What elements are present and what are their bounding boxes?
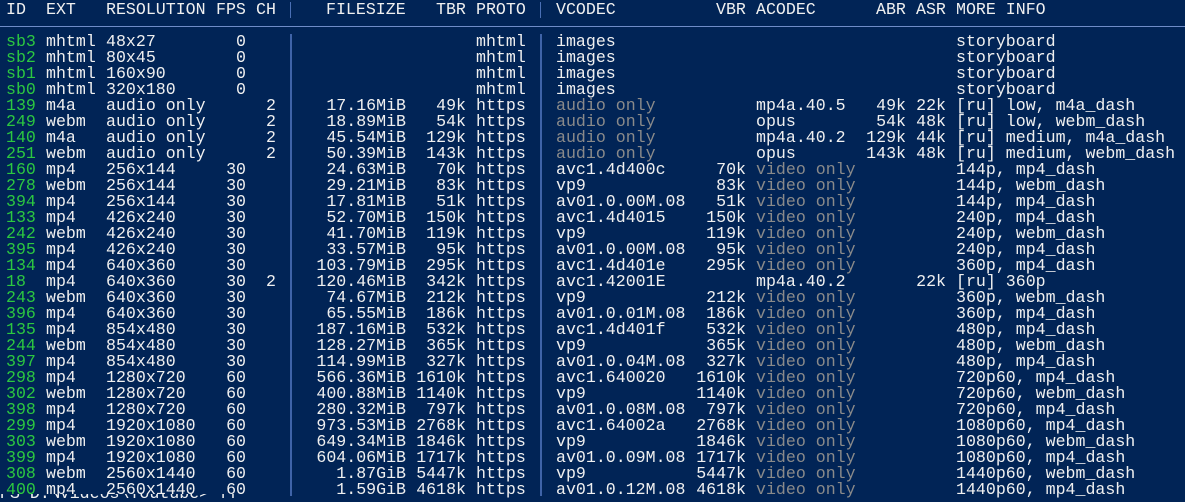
prompt-line: PS D:\Videos\Youtube> ff — [0, 494, 1185, 502]
header-vbr: VBR — [716, 0, 746, 19]
terminal-window[interactable]: ID EXT RESOLUTION FPS CH FILESIZE TBR PR… — [0, 0, 1185, 502]
header-filesize: FILESIZE — [326, 0, 406, 19]
header-proto: PROTO — [476, 0, 526, 19]
header-more-info: MORE INFO — [956, 0, 1046, 19]
header-resolution: RESOLUTION — [106, 0, 206, 19]
header-underline — [0, 26, 1185, 27]
header-asr: ASR — [916, 0, 946, 19]
header-vcodec: VCODEC — [556, 0, 616, 19]
header-ext: EXT — [46, 0, 76, 19]
format-asr: 22k — [916, 272, 946, 291]
format-channels: 2 — [266, 144, 276, 163]
format-channels: 2 — [266, 272, 276, 291]
format-fps: 0 — [236, 80, 246, 99]
format-vbr: 295k — [706, 256, 746, 275]
column-separator — [540, 2, 541, 18]
header-abr: ABR — [876, 0, 906, 19]
column-separator — [290, 2, 291, 18]
format-asr: 48k — [916, 144, 946, 163]
table-header: ID EXT RESOLUTION FPS CH FILESIZE TBR PR… — [0, 0, 1185, 19]
header-ch: CH — [256, 0, 276, 19]
header-tbr: TBR — [436, 0, 466, 19]
prompt-text: PS D:\Videos\Youtube> ff — [0, 494, 239, 502]
format-abr: 143k — [866, 144, 906, 163]
header-acodec: ACODEC — [756, 0, 816, 19]
header-id: ID — [6, 0, 26, 19]
header-fps: FPS — [216, 0, 246, 19]
